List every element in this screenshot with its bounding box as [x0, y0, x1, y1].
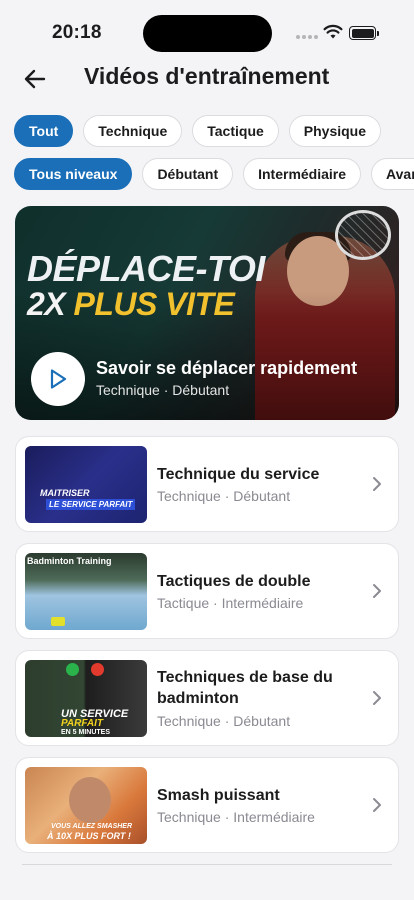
video-title: Tactiques de double: [157, 573, 311, 590]
filter-chip-tous-niveaux[interactable]: Tous niveaux: [14, 158, 133, 190]
page-title: Vidéos d'entraînement: [84, 63, 330, 89]
signal-icon: [296, 35, 318, 39]
category-filter-bar: Tout Technique Tactique Physique: [14, 115, 382, 147]
filter-chip-intermediaire[interactable]: Intermédiaire: [243, 158, 362, 190]
video-title: Technique du service: [157, 466, 320, 483]
video-title: Techniques de base du badminton: [157, 669, 333, 707]
video-thumbnail: VOUS ALLEZ SMASHER À 10X PLUS FORT !: [25, 767, 147, 844]
play-icon: [50, 369, 67, 389]
video-subtitle: Technique · Débutant: [157, 488, 291, 504]
video-title: Smash puissant: [157, 787, 280, 804]
chevron-right-icon: [373, 798, 381, 812]
chevron-right-icon: [373, 477, 381, 491]
level-filter-bar: Tous niveaux Débutant Intermédiaire Avan…: [14, 158, 414, 190]
featured-title: Savoir se déplacer rapidement: [96, 358, 358, 378]
filter-chip-tout[interactable]: Tout: [14, 115, 74, 147]
video-subtitle: Tactique · Intermédiaire: [157, 595, 304, 611]
video-list-item[interactable]: UN SERVICE PARFAIT EN 5 MINUTES Techniqu…: [15, 650, 399, 746]
battery-icon: [349, 26, 379, 40]
filter-chip-technique[interactable]: Technique: [83, 115, 183, 147]
video-list-item[interactable]: VOUS ALLEZ SMASHER À 10X PLUS FORT ! Sma…: [15, 757, 399, 853]
status-bar: 20:18: [0, 0, 414, 60]
filter-chip-avance[interactable]: Avancé: [371, 158, 414, 190]
level-filter-scroll[interactable]: Tous niveaux Débutant Intermédiaire Avan…: [0, 155, 414, 195]
chevron-right-icon: [373, 691, 381, 705]
nav-header: Vidéos d'entraînement: [0, 60, 414, 96]
check-icon: [66, 663, 79, 676]
filter-chip-debutant[interactable]: Débutant: [142, 158, 234, 190]
video-thumbnail: UN SERVICE PARFAIT EN 5 MINUTES: [25, 660, 147, 737]
video-subtitle: Technique · Débutant: [157, 713, 291, 729]
filter-chip-tactique[interactable]: Tactique: [192, 115, 279, 147]
video-list-item[interactable]: Badminton Training Tactiques de double T…: [15, 543, 399, 639]
filter-chip-physique[interactable]: Physique: [288, 115, 382, 147]
video-thumbnail: MAITRISER LE SERVICE PARFAIT: [25, 446, 147, 523]
video-thumbnail: Badminton Training: [25, 553, 147, 630]
featured-video-card[interactable]: DÉPLACE-TOI 2X PLUS VITE Savoir se dépla…: [15, 206, 399, 420]
list-end-divider: [22, 864, 392, 865]
featured-thumb-text: DÉPLACE-TOI: [27, 248, 265, 289]
featured-subtitle: Technique · Débutant: [96, 382, 230, 398]
featured-thumb-text-2: 2X PLUS VITE: [27, 286, 235, 322]
cross-icon: [91, 663, 104, 676]
play-button[interactable]: [31, 352, 85, 406]
video-list-item[interactable]: MAITRISER LE SERVICE PARFAIT Technique d…: [15, 436, 399, 532]
status-time: 20:18: [52, 22, 102, 43]
back-arrow-icon[interactable]: [22, 66, 48, 92]
chevron-right-icon: [373, 584, 381, 598]
dynamic-island: [143, 15, 272, 52]
video-subtitle: Technique · Intermédiaire: [157, 809, 315, 825]
wifi-icon: [323, 24, 343, 39]
